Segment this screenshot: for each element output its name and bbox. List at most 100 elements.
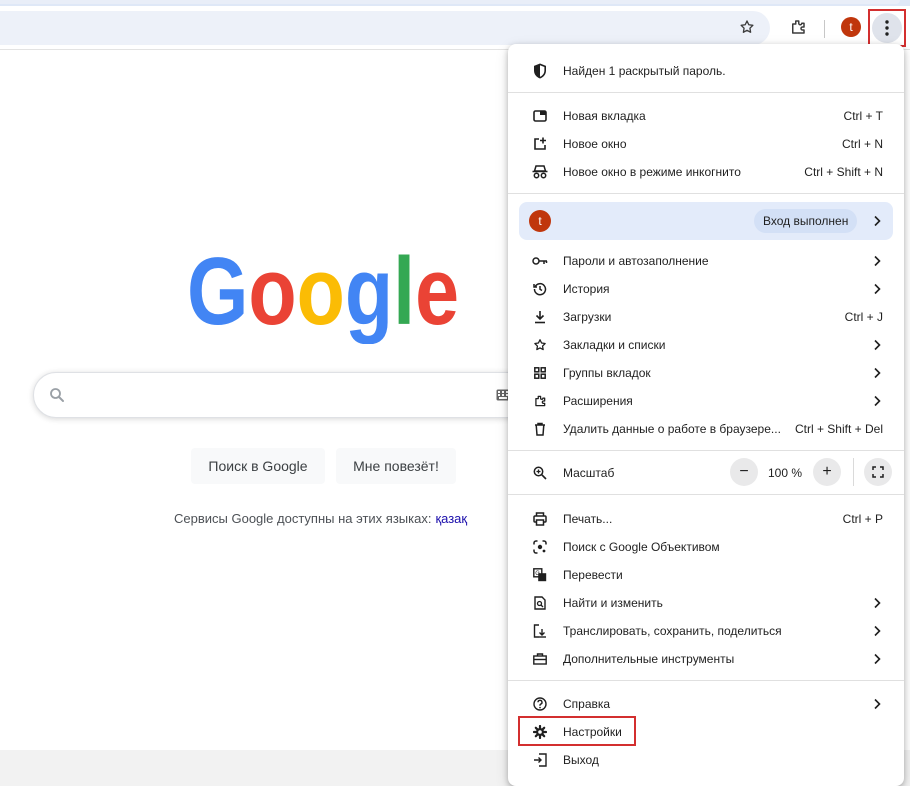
google-logo-letter: o [297,248,345,344]
download-icon [532,309,548,325]
chevron-right-icon [874,215,881,227]
menu-item-passwords[interactable]: Пароли и автозаполнение [508,247,904,275]
search-icon [48,386,66,409]
menu-item-help[interactable]: Справка [508,690,904,718]
menu-item-label: Пароли и автозаполнение [563,254,709,268]
menu-separator [508,193,904,194]
menu-item-shortcut: Ctrl + J [844,310,883,324]
star-icon [532,337,548,353]
menu-item-password-alert[interactable]: Найден 1 раскрытый пароль. [508,57,904,85]
menu-item-label: Загрузки [563,310,612,324]
tab-groups-icon [532,365,548,381]
menu-item-cast-save-share[interactable]: Транслировать, сохранить, поделиться [508,617,904,645]
toolbar-separator [824,20,825,38]
zoom-in-button[interactable]: + [813,458,841,486]
google-logo-letter: e [415,248,459,344]
menu-item-google-lens[interactable]: Поиск с Google Объективом [508,533,904,561]
menu-item-zoom: Масштаб [508,459,904,487]
menu-item-history[interactable]: История [508,275,904,303]
menu-item-bookmarks[interactable]: Закладки и списки [508,331,904,359]
zoom-out-button[interactable]: − [730,458,758,486]
menu-item-label: Новое окно [563,137,627,151]
toolbox-icon [532,651,548,667]
menu-item-tab-groups[interactable]: Группы вкладок [508,359,904,387]
chevron-right-icon [874,653,881,665]
menu-item-new-tab[interactable]: Новая вкладка Ctrl + T [508,102,904,130]
menu-item-incognito[interactable]: Новое окно в режиме инкогнито Ctrl + Shi… [508,158,904,186]
menu-item-extensions[interactable]: Расширения [508,387,904,415]
menu-item-new-window[interactable]: Новое окно Ctrl + N [508,130,904,158]
menu-item-label: Справка [563,697,611,711]
language-link-kazakh[interactable]: қазақ [435,511,467,526]
menu-item-shortcut: Ctrl + Shift + Del [794,422,883,436]
profile-avatar: t [529,210,551,232]
menu-item-shortcut: Ctrl + N [841,137,883,151]
lens-icon [532,539,548,555]
menu-item-shortcut: Ctrl + P [842,512,883,526]
puzzle-icon [532,393,548,409]
print-icon [532,511,548,527]
translate-icon: G [532,567,548,583]
menu-item-label: История [563,282,610,296]
menu-item-label: Новое окно в режиме инкогнито [563,165,741,179]
menu-item-label: Поиск с Google Объективом [563,540,720,554]
tab-strip-bar [0,0,900,4]
chevron-right-icon [874,283,881,295]
chrome-menu-button-highlight[interactable] [868,9,906,47]
languages-text: Сервисы Google доступны на этих языках: [174,511,432,526]
menu-item-more-tools[interactable]: Дополнительные инструменты [508,645,904,673]
languages-line: Сервисы Google доступны на этих языках: қ… [174,511,467,526]
google-search-box[interactable] [33,372,543,418]
profile-avatar-button[interactable]: t [841,17,861,37]
menu-item-label: Перевести [563,568,623,582]
zoom-icon [532,465,548,481]
menu-item-downloads[interactable]: Загрузки Ctrl + J [508,303,904,331]
menu-item-exit[interactable]: Выход [508,746,904,774]
bookmark-star-icon[interactable] [733,13,761,41]
fullscreen-button[interactable] [864,458,892,486]
menu-item-print[interactable]: Печать... Ctrl + P [508,505,904,533]
chrome-main-menu: Найден 1 раскрытый пароль. Новая вкладка… [508,44,904,786]
new-window-icon [532,136,548,152]
address-bar[interactable] [0,11,770,45]
share-icon [532,623,548,639]
key-icon [532,253,548,269]
menu-item-label: Расширения [563,394,633,408]
chevron-right-icon [874,367,881,379]
menu-item-profile[interactable]: t Вход выполнен [519,202,893,240]
incognito-icon [532,164,548,180]
menu-item-label: Закладки и списки [563,338,666,352]
google-logo-text: Google [187,248,459,344]
menu-item-translate[interactable]: G Перевести [508,561,904,589]
zoom-separator [853,458,854,486]
chevron-right-icon [874,625,881,637]
menu-item-label: Транслировать, сохранить, поделиться [563,624,782,638]
chevron-right-icon [874,255,881,267]
menu-item-label: Печать... [563,512,613,526]
extensions-icon[interactable] [784,13,812,41]
menu-separator [508,92,904,93]
new-tab-icon [532,108,548,124]
menu-item-label: Масштаб [563,466,615,480]
menu-item-label: Дополнительные инструменты [563,652,735,666]
feeling-lucky-button[interactable]: Мне повезёт! [336,448,456,484]
shield-icon [532,63,548,79]
settings-highlight-box [518,716,636,746]
browser-toolbar: t [0,6,910,48]
more-vert-icon[interactable] [872,13,902,43]
chevron-right-icon [874,395,881,407]
google-logo-letter: o [248,248,296,344]
find-icon [532,595,548,611]
help-icon [532,696,548,712]
signed-in-badge: Вход выполнен [754,209,858,233]
exit-icon [532,752,548,768]
menu-item-find[interactable]: Найти и изменить [508,589,904,617]
zoom-level: 100 % [768,466,803,480]
menu-item-clear-data[interactable]: Удалить данные о работе в браузере... Ct… [508,415,904,443]
google-search-button[interactable]: Поиск в Google [191,448,325,484]
chevron-right-icon [874,597,881,609]
google-logo-letter: G [187,248,248,344]
menu-item-label: Найден 1 раскрытый пароль. [563,64,726,78]
trash-icon [532,421,548,437]
google-logo-letter: g [345,248,393,344]
